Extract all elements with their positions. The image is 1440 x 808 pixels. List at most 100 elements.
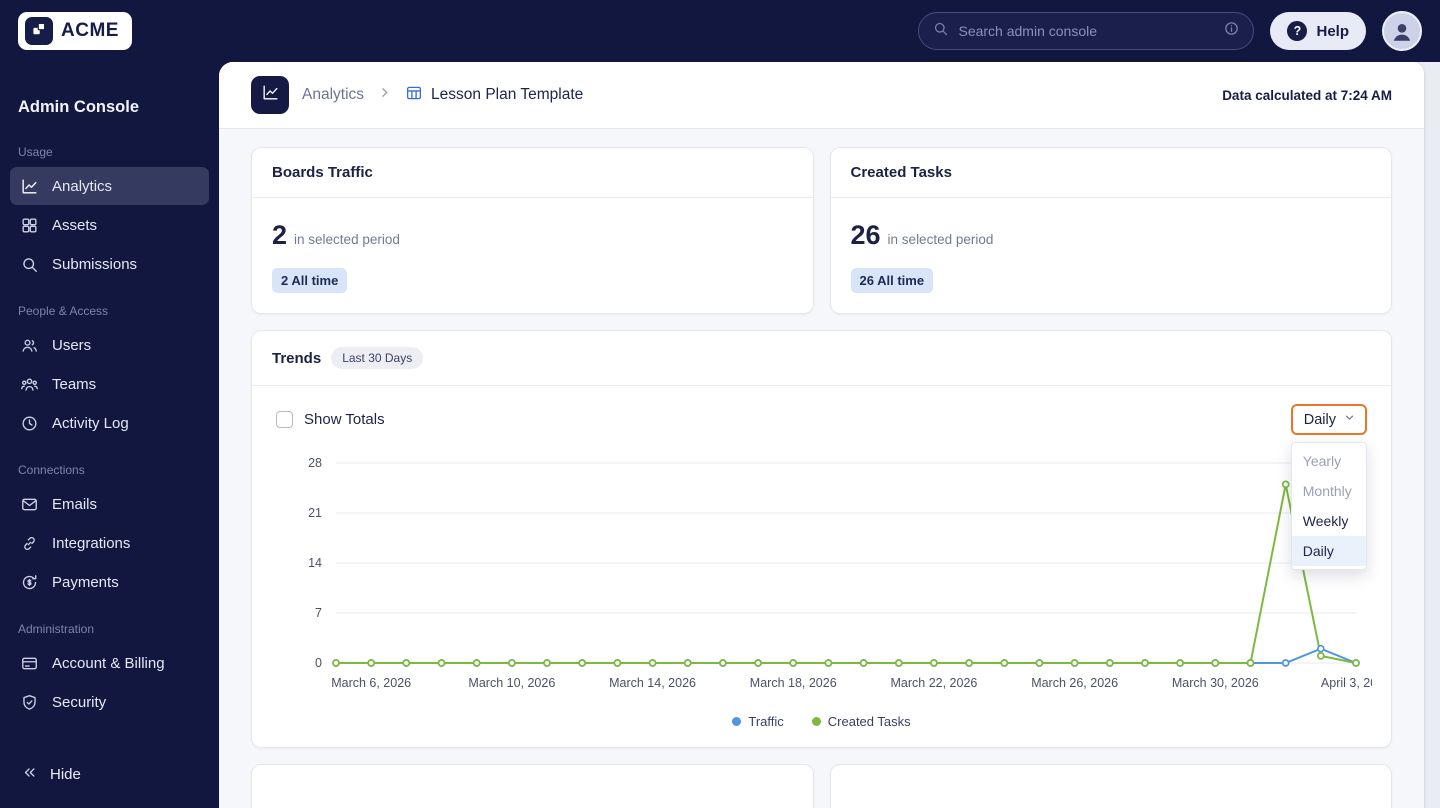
card-title: Created Tasks: [830, 148, 1391, 198]
activity-icon: [19, 413, 39, 433]
teams-icon: [19, 374, 39, 394]
hide-sidebar-button[interactable]: Hide: [10, 754, 209, 794]
sidebar-item-account-billing[interactable]: Account & Billing: [10, 644, 209, 682]
granularity-option-monthly: Monthly: [1302, 483, 1352, 499]
boards-traffic-card: Boards Traffic 2 in selected period 2 Al…: [251, 147, 814, 314]
stat-value: 2: [272, 220, 288, 250]
all-time-badge: 2 All time: [272, 268, 348, 293]
sidebar-item-label: Account & Billing: [52, 654, 165, 672]
sidebar-item-label: Assets: [52, 216, 98, 234]
svg-text:March 14, 2026: March 14, 2026: [609, 676, 696, 690]
link-icon: [19, 533, 39, 553]
trends-controls: Show Totals Daily Yearly Monthly Weekly Dai…: [252, 386, 1391, 570]
sidebar-item-label: Users: [52, 336, 92, 354]
help-label: Help: [1316, 22, 1349, 40]
partial-card: [251, 764, 814, 808]
analytics-icon: [251, 76, 289, 114]
sidebar-section-label: Usage: [18, 145, 53, 159]
sidebar-section-label: Connections: [18, 463, 85, 477]
granularity-option-weekly[interactable]: Weekly: [1292, 506, 1366, 536]
granularity-control: Daily Yearly Monthly Weekly Daily: [1290, 404, 1367, 570]
svg-text:March 10, 2026: March 10, 2026: [468, 676, 555, 690]
topbar: ACME ? Help: [0, 0, 1440, 62]
granularity-menu: Yearly Monthly Weekly Daily: [1290, 442, 1367, 570]
show-totals-label: Show Totals: [304, 411, 385, 428]
topbar-right: ? Help: [918, 11, 1422, 51]
sidebar-item-label: Emails: [52, 495, 98, 513]
admin-search[interactable]: [918, 12, 1255, 50]
main-surface: Analytics Lesson Plan Template Data calc…: [219, 62, 1440, 808]
acme-logo-text: ACME: [61, 20, 119, 41]
sidebar-item-label: Activity Log: [52, 414, 129, 432]
trends-chart: 0 7 14 21 28 March 6, 2026 March 10, 2026 March…: [252, 439, 1391, 706]
legend-dot-icon: [811, 717, 821, 726]
svg-text:March 26, 2026: March 26, 2026: [1031, 676, 1118, 690]
show-totals-checkbox[interactable]: [276, 411, 293, 428]
svg-text:14: 14: [308, 556, 322, 570]
sidebar-item-assets[interactable]: Assets: [10, 206, 209, 244]
sidebar-nav: Usage Analytics Assets Submissions People & …: [10, 125, 209, 722]
avatar[interactable]: [1382, 11, 1422, 51]
sidebar-title: Admin Console: [18, 98, 140, 116]
sidebar-item-teams[interactable]: Teams: [10, 365, 209, 403]
stat-caption: in selected period: [887, 232, 994, 247]
chart-legend: Traffic Created Tasks: [252, 706, 1391, 747]
sidebar-item-payments[interactable]: Payments: [10, 563, 209, 601]
sidebar-item-label: Payments: [52, 573, 119, 591]
app-root: ACME ? Help Admin Console Usage Analytics…: [0, 0, 1440, 808]
sidebar-item-security[interactable]: Security: [10, 683, 209, 721]
sidebar-item-integrations[interactable]: Integrations: [10, 524, 209, 562]
chevron-down-icon: [1343, 411, 1356, 428]
sidebar-item-emails[interactable]: Emails: [10, 485, 209, 523]
svg-text:21: 21: [308, 506, 322, 520]
billing-icon: [19, 653, 39, 673]
search-input[interactable]: [958, 23, 1215, 39]
svg-text:April 3, 2026: April 3, 2026: [1321, 676, 1372, 690]
created-tasks-card: Created Tasks 26 in selected period 26 A…: [829, 147, 1392, 314]
page-content: Boards Traffic 2 in selected period 2 Al…: [219, 129, 1424, 808]
board-icon: [405, 84, 423, 107]
sidebar-item-users[interactable]: Users: [10, 326, 209, 364]
trends-card: Trends Last 30 Days Show Totals Daily Ye…: [251, 330, 1392, 748]
sidebar-item-label: Submissions: [52, 255, 138, 273]
sidebar-item-label: Analytics: [52, 177, 113, 195]
sidebar-item-label: Teams: [52, 375, 97, 393]
breadcrumb-current: Lesson Plan Template: [405, 84, 583, 107]
range-badge: Last 30 Days: [331, 347, 424, 369]
svg-text:0: 0: [315, 656, 322, 670]
breadcrumb-analytics[interactable]: Analytics: [302, 86, 364, 104]
sidebar-section-label: Administration: [18, 622, 95, 636]
stat-caption: in selected period: [294, 232, 400, 247]
email-icon: [19, 494, 39, 514]
help-button[interactable]: ? Help: [1270, 12, 1366, 50]
sidebar-item-label: Integrations: [52, 534, 131, 552]
chevron-right-icon: [377, 85, 392, 105]
search-icon: [932, 20, 949, 42]
sidebar-item-submissions[interactable]: Submissions: [10, 245, 209, 283]
content-panel: Analytics Lesson Plan Template Data calc…: [219, 62, 1424, 808]
granularity-select[interactable]: Daily: [1290, 404, 1367, 435]
svg-text:7: 7: [315, 606, 322, 620]
chart-icon: [19, 176, 39, 196]
acme-logo[interactable]: ACME: [18, 12, 132, 50]
legend-created-tasks: Created Tasks: [811, 714, 911, 729]
question-icon: ?: [1287, 21, 1308, 41]
payments-icon: [19, 572, 39, 592]
info-icon[interactable]: [1223, 20, 1240, 42]
grid-icon: [19, 215, 39, 235]
sidebar-section-label: People & Access: [18, 304, 109, 318]
next-cards-row: [251, 764, 1392, 808]
card-title: Boards Traffic: [252, 148, 813, 198]
sidebar: Admin Console Usage Analytics Assets Submis…: [0, 62, 219, 808]
sidebar-item-analytics[interactable]: Analytics: [10, 167, 209, 205]
granularity-option-daily[interactable]: Daily: [1291, 536, 1366, 566]
acme-logo-icon: [25, 17, 53, 45]
show-totals-toggle[interactable]: Show Totals: [276, 411, 385, 428]
collapse-icon: [19, 764, 39, 784]
stats-row: Boards Traffic 2 in selected period 2 Al…: [251, 147, 1392, 314]
breadcrumb: Analytics Lesson Plan Template: [251, 76, 583, 114]
svg-text:March 22, 2026: March 22, 2026: [891, 676, 978, 690]
svg-text:March 30, 2026: March 30, 2026: [1172, 676, 1259, 690]
sidebar-item-activity-log[interactable]: Activity Log: [10, 404, 209, 442]
page-header: Analytics Lesson Plan Template Data calc…: [219, 62, 1424, 129]
